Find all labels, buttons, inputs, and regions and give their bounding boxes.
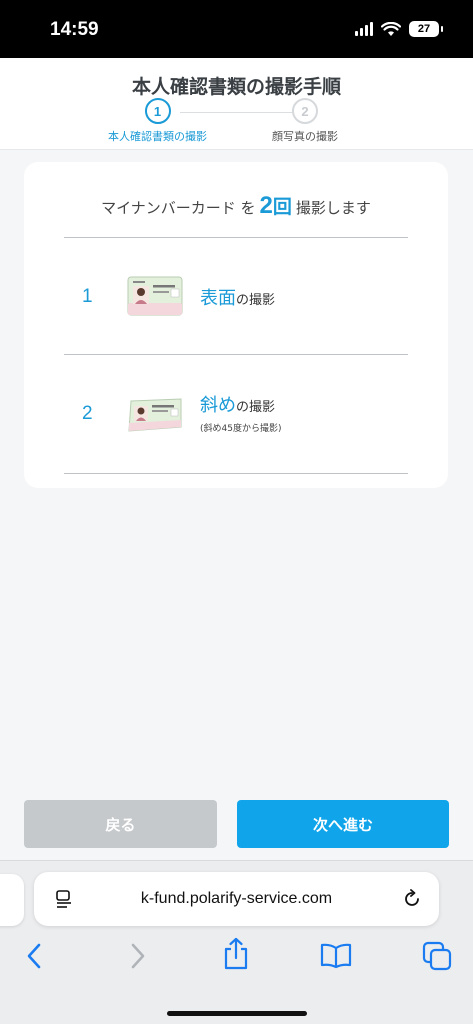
url-text[interactable]: k-fund.polarify-service.com [34,890,439,908]
step-1-circle: 1 [144,98,171,124]
step-2-circle: 2 [292,98,318,124]
divider [64,473,408,474]
step-2-label: 顔写真の撮影 [272,130,338,143]
wifi-icon [381,21,401,36]
reload-icon[interactable] [401,888,423,910]
step-2: 2 顔写真の撮影 [272,98,338,144]
instruction-card: マイナンバーカード を 2 回 撮影します 1 表面の撮影 2 斜めの撮影 (斜… [24,162,448,488]
id-card-angled-icon [128,398,182,432]
list-item: 2 斜めの撮影 (斜め45度から撮影) [24,355,448,473]
forward-arrow-icon[interactable] [126,941,148,971]
next-button[interactable]: 次へ進む [237,800,449,848]
back-button[interactable]: 戻る [24,800,217,848]
status-icons: 27 [355,21,443,37]
heading-suffix: 撮影します [295,199,371,217]
heading-count: 2 [259,192,273,219]
card-heading: マイナンバーカード を 2 回 撮影します [24,192,448,220]
id-card-front-icon [127,276,183,316]
home-indicator [167,1011,307,1016]
row-main: 表面の撮影 [200,284,275,310]
step-1-label: 本人確認書類の撮影 [108,130,207,143]
heading-count-unit: 回 [272,196,292,218]
status-bar: 14:59 27 [0,0,473,58]
step-1: 1 本人確認書類の撮影 [108,98,207,144]
tabs-icon[interactable] [422,941,452,971]
row-main: 斜めの撮影 [200,391,281,417]
back-arrow-icon[interactable] [24,941,46,971]
battery-icon: 27 [409,21,443,37]
row-number: 2 [82,403,93,424]
heading-prefix: マイナンバーカード を [101,199,256,217]
bookmarks-icon[interactable] [320,943,352,969]
row-text: 斜めの撮影 (斜め45度から撮影) [200,391,281,434]
row-note: (斜め45度から撮影) [200,424,282,434]
status-time: 14:59 [50,19,99,40]
list-item: 1 表面の撮影 [24,238,448,354]
row-label: の撮影 [236,293,276,308]
row-label: の撮影 [236,400,276,415]
row-number: 1 [82,286,93,307]
share-icon[interactable] [222,937,250,971]
row-highlight: 斜め [200,395,236,416]
row-text: 表面の撮影 [200,284,275,310]
row-highlight: 表面 [200,288,236,309]
browser-toolbar: k-fund.polarify-service.com [0,860,473,1024]
page-header: 本人確認書類の撮影手順 1 本人確認書類の撮影 2 顔写真の撮影 [0,58,473,150]
address-bar[interactable]: k-fund.polarify-service.com [34,872,439,926]
navigation-buttons: 戻る 次へ進む [24,800,449,850]
signal-icon [355,22,373,36]
previous-tab-peek[interactable] [0,874,24,926]
page-title: 本人確認書類の撮影手順 [131,76,341,98]
